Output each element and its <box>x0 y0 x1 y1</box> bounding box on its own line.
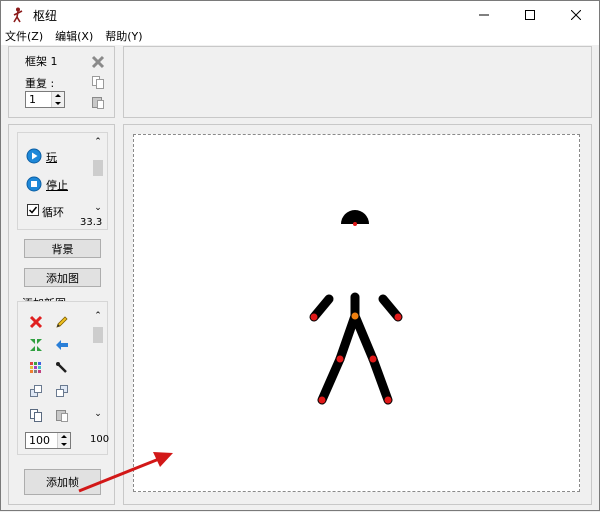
close-icon <box>571 10 581 20</box>
playback-box: 玩 停止 循环 ⌃ ⌄ <box>17 132 108 230</box>
figure-scrollbar[interactable]: ⌃ ⌄ <box>91 309 105 421</box>
stickfigure-app-icon <box>9 6 27 24</box>
loop-checkbox[interactable] <box>27 204 39 216</box>
play-icon[interactable] <box>25 147 43 165</box>
figure-left-thigh[interactable] <box>335 311 360 364</box>
background-button[interactable]: 背景 <box>24 239 101 258</box>
checkmark-icon <box>28 206 38 214</box>
speed-value: 33.3 <box>80 217 103 228</box>
pencil-icon[interactable] <box>53 313 71 331</box>
add-frame-button[interactable]: 添加帧 <box>24 469 101 495</box>
figure-left-arm[interactable] <box>309 294 334 322</box>
right-hand-joint[interactable] <box>394 313 402 321</box>
delete-frame-icon[interactable] <box>89 53 107 71</box>
left-knee-joint[interactable] <box>336 355 344 363</box>
left-foot-joint[interactable] <box>318 396 326 404</box>
title-bar: 枢纽 <box>1 1 599 29</box>
figure-scroll-up-arrow[interactable]: ⌃ <box>91 309 105 323</box>
shrink-icon[interactable] <box>27 336 45 354</box>
figure-right-thigh[interactable] <box>350 311 378 364</box>
delete-figure-icon[interactable] <box>27 313 45 331</box>
send-backward-icon[interactable] <box>53 382 71 400</box>
figure-size-value: 100 <box>29 434 50 447</box>
repeat-value: 1 <box>29 93 36 106</box>
joint-tool-icon[interactable] <box>53 359 71 377</box>
scroll-down-arrow[interactable]: ⌄ <box>91 201 105 215</box>
repeat-up-arrow[interactable] <box>52 92 64 100</box>
bring-forward-icon[interactable] <box>27 382 45 400</box>
left-hand-joint[interactable] <box>310 313 318 321</box>
tools-panel: 玩 停止 循环 ⌃ ⌄ 33.3 背景 添加图 添加新图 <box>8 124 115 505</box>
right-foot-joint[interactable] <box>384 396 392 404</box>
menu-bar: 文件(Z) 编辑(X) 帮助(Y) <box>1 29 599 45</box>
paste-frame-icon[interactable] <box>89 93 107 111</box>
menu-help[interactable]: 帮助(Y) <box>99 30 148 44</box>
frame-title: 框架 1 <box>25 55 58 68</box>
head-joint[interactable] <box>353 222 357 226</box>
loop-label: 循环 <box>42 206 64 219</box>
copy-figure-icon[interactable] <box>27 406 45 424</box>
play-button[interactable]: 玩 <box>46 149 57 165</box>
new-figure-box: ⌃ ⌄ 100 100 <box>17 301 110 455</box>
menu-file[interactable]: 文件(Z) <box>1 30 49 44</box>
size-up-arrow[interactable] <box>58 433 70 441</box>
figure-right-arm[interactable] <box>378 294 403 322</box>
stop-icon[interactable] <box>25 175 43 193</box>
stop-button[interactable]: 停止 <box>46 177 68 193</box>
speed-thumb[interactable] <box>93 160 103 176</box>
figure-scroll-down-arrow[interactable]: ⌄ <box>91 407 105 421</box>
size-down-arrow[interactable] <box>58 440 70 448</box>
paste-figure-icon[interactable] <box>53 406 71 424</box>
menu-edit[interactable]: 编辑(X) <box>49 30 99 44</box>
speed-scrollbar[interactable]: ⌃ ⌄ <box>91 135 105 215</box>
copy-frame-icon[interactable] <box>89 73 107 91</box>
figure-left-shin[interactable] <box>317 354 345 405</box>
repeat-down-arrow[interactable] <box>52 99 64 107</box>
scroll-up-arrow[interactable]: ⌃ <box>91 135 105 149</box>
figure-head[interactable] <box>341 210 369 224</box>
maximize-icon <box>525 10 535 20</box>
add-image-button[interactable]: 添加图 <box>24 268 101 287</box>
stick-figure[interactable] <box>134 135 581 493</box>
figure-right-shin[interactable] <box>368 354 393 405</box>
frame-panel: 框架 1 重复 : 1 <box>8 46 115 118</box>
color-palette-icon[interactable] <box>27 359 45 377</box>
flip-icon[interactable] <box>53 336 71 354</box>
maximize-button[interactable] <box>507 1 553 29</box>
close-button[interactable] <box>553 1 599 29</box>
minimize-icon <box>479 14 489 16</box>
minimize-button[interactable] <box>461 1 507 29</box>
figure-size-stepper[interactable]: 100 <box>25 432 71 449</box>
window-title: 枢纽 <box>33 8 58 23</box>
repeat-stepper[interactable]: 1 <box>25 91 65 108</box>
frames-strip <box>123 46 592 118</box>
repeat-label: 重复 : <box>25 77 55 90</box>
app-window: 枢纽 文件(Z) 编辑(X) 帮助(Y) 框架 1 重复 : 1 玩 停止 循环… <box>0 0 600 511</box>
drawing-canvas[interactable] <box>133 134 580 492</box>
figure-scroll-thumb[interactable] <box>93 327 103 343</box>
right-knee-joint[interactable] <box>369 355 377 363</box>
canvas-container <box>123 124 592 505</box>
hip-joint[interactable] <box>351 312 359 320</box>
figure-scroll-value: 100 <box>90 434 110 445</box>
